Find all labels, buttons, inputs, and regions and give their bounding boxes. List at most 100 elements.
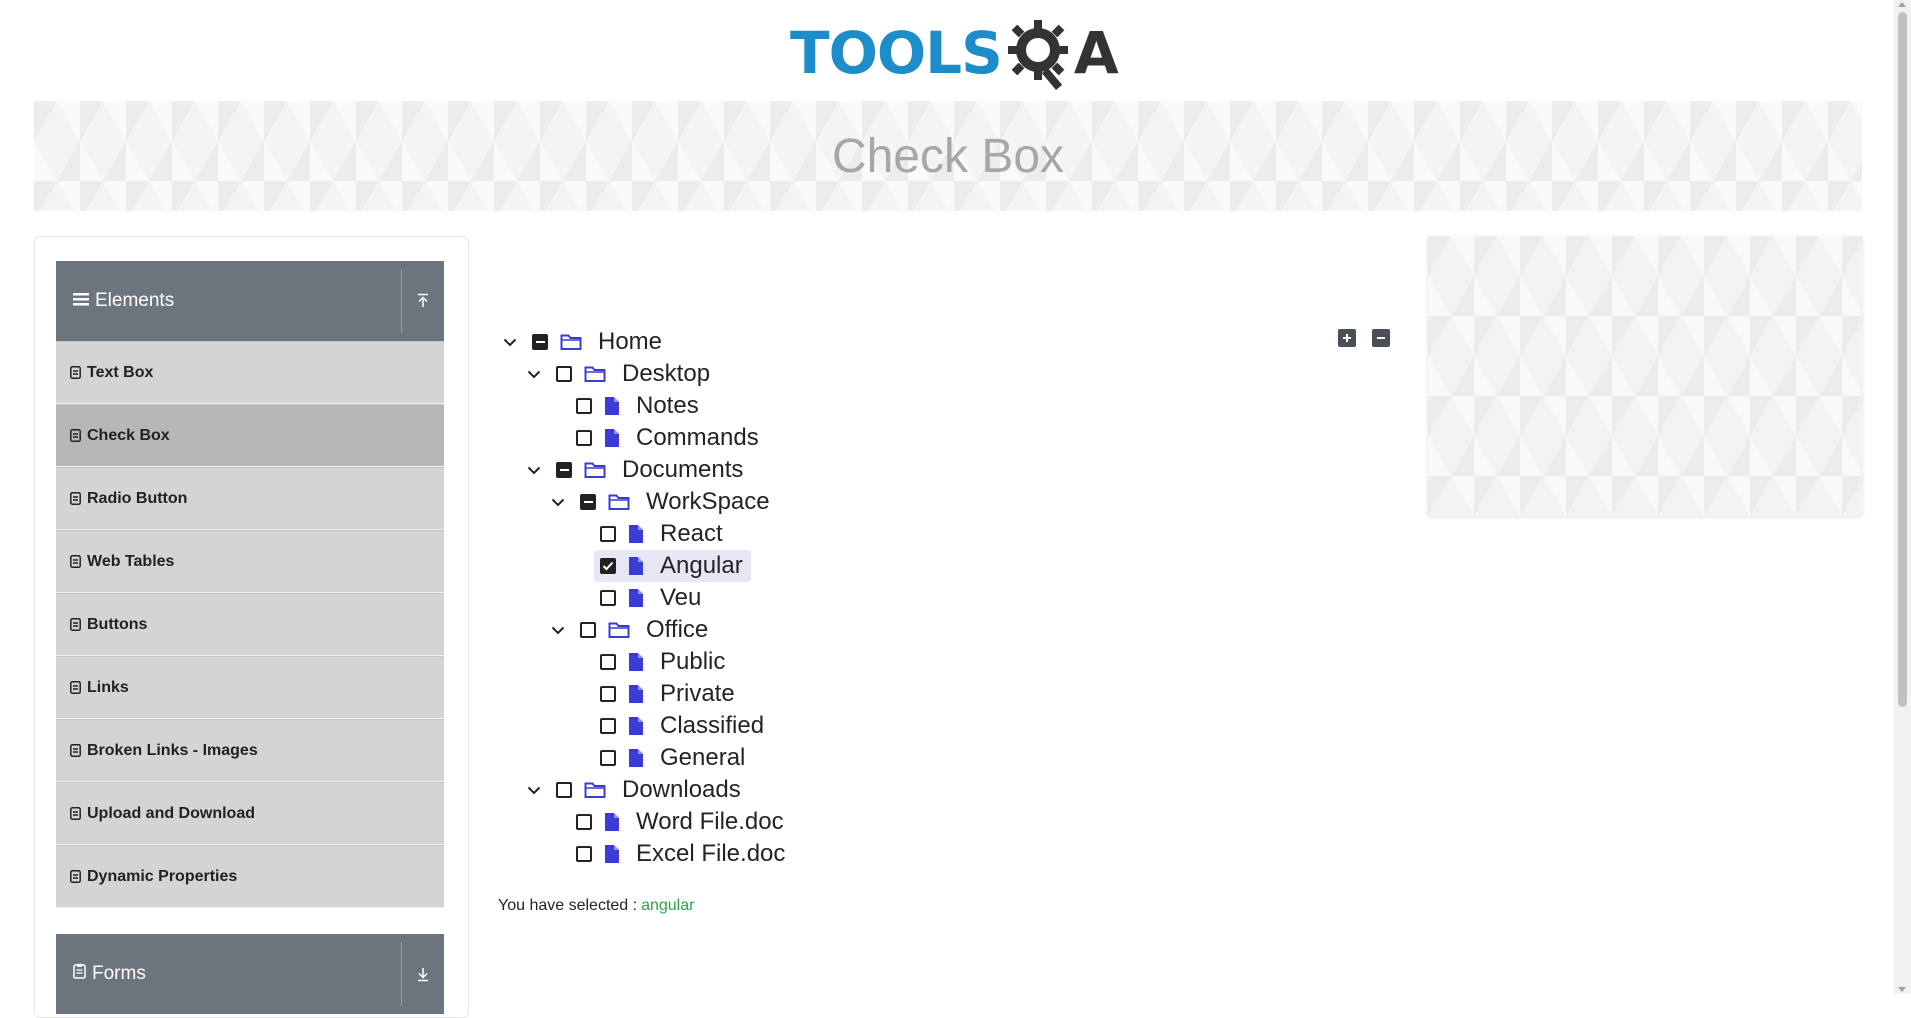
minus-square-icon[interactable] [1372, 329, 1390, 347]
sidebar-item-text-box[interactable]: Text Box [56, 341, 444, 404]
tree-node-label[interactable]: Notes [632, 392, 703, 420]
left-panel: Elements Text Box Check Box Radio Button… [34, 236, 469, 1018]
tree-node-label[interactable]: Commands [632, 424, 763, 452]
checkbox[interactable] [600, 686, 616, 702]
tree-node-label[interactable]: Office [642, 616, 712, 644]
tree-node-react: React [600, 518, 727, 550]
collapse-up-icon[interactable] [401, 269, 444, 333]
checkbox-checked[interactable] [600, 558, 616, 574]
tree-node-label[interactable]: Private [656, 680, 739, 708]
checkbox[interactable] [576, 430, 592, 446]
file-icon [628, 556, 644, 576]
list-icon [70, 681, 81, 694]
chevron-down-icon[interactable] [498, 338, 522, 347]
plus-square-icon[interactable] [1338, 329, 1356, 347]
clipboard-icon [73, 963, 86, 985]
tree-node-label[interactable]: Angular [656, 552, 747, 580]
checkbox[interactable] [600, 718, 616, 734]
list-icon [70, 429, 81, 442]
file-icon [604, 396, 620, 416]
tree-node-label[interactable]: React [656, 520, 727, 548]
checkbox[interactable] [532, 334, 548, 350]
tree-node-angular: Angular [594, 550, 751, 582]
tree-node-label[interactable]: WorkSpace [642, 488, 774, 516]
tree-node-label[interactable]: General [656, 744, 749, 772]
expand-down-icon[interactable] [401, 942, 444, 1006]
sidebar-item-label: Links [87, 678, 129, 696]
hamburger-icon [73, 290, 89, 312]
sidebar-item-web-tables[interactable]: Web Tables [56, 530, 444, 593]
sidebar-item-radio-button[interactable]: Radio Button [56, 467, 444, 530]
sidebar-item-broken-links-images[interactable]: Broken Links - Images [56, 719, 444, 782]
tree-node-label[interactable]: Desktop [618, 360, 714, 388]
checkbox[interactable] [580, 622, 596, 638]
tree-node-label[interactable]: Downloads [618, 776, 745, 804]
elements-menu: Text Box Check Box Radio Button Web Tabl… [56, 341, 444, 908]
checkbox[interactable] [556, 782, 572, 798]
chevron-down-icon[interactable] [522, 466, 546, 475]
page-scrollbar[interactable] [1894, 0, 1911, 994]
sidebar-item-links[interactable]: Links [56, 656, 444, 719]
tree-node-private: Private [600, 678, 739, 710]
group-label: Elements [95, 290, 175, 311]
checkbox[interactable] [600, 526, 616, 542]
selection-result: You have selected : angular [498, 897, 694, 915]
checkbox[interactable] [556, 366, 572, 382]
folder-icon [584, 781, 606, 799]
scrollbar-thumb[interactable] [1898, 12, 1907, 707]
tree-tools [1338, 329, 1390, 347]
logo-suffix: A [1073, 19, 1119, 87]
checkbox[interactable] [600, 590, 616, 606]
sidebar-item-buttons[interactable]: Buttons [56, 593, 444, 656]
tree-node-label[interactable]: Word File.doc [632, 808, 788, 836]
checkbox[interactable] [576, 846, 592, 862]
file-icon [604, 844, 620, 864]
sidebar-item-upload-and-download[interactable]: Upload and Download [56, 782, 444, 845]
tree-node-label[interactable]: Classified [656, 712, 768, 740]
checkbox[interactable] [576, 398, 592, 414]
file-icon [628, 588, 644, 608]
result-prefix: You have selected : [498, 897, 638, 914]
tree-node-notes: Notes [576, 390, 703, 422]
page-banner: Check Box [34, 101, 1862, 211]
checkbox[interactable] [580, 494, 596, 510]
tree-node-label[interactable]: Public [656, 648, 729, 676]
tree-node-label[interactable]: Home [594, 328, 666, 356]
sidebar-item-label: Web Tables [87, 552, 175, 570]
checkbox[interactable] [600, 750, 616, 766]
tree-node-word-file: Word File.doc [576, 806, 788, 838]
scroll-down-arrow-icon[interactable] [1898, 987, 1906, 992]
checkbox[interactable] [576, 814, 592, 830]
list-icon [70, 492, 81, 505]
list-icon [70, 744, 81, 757]
chevron-down-icon[interactable] [522, 370, 546, 379]
file-icon [628, 716, 644, 736]
tree-node-label[interactable]: Excel File.doc [632, 840, 789, 868]
tree-node-label[interactable]: Documents [618, 456, 747, 484]
folder-icon [608, 493, 630, 511]
list-icon [70, 618, 81, 631]
checkbox[interactable] [600, 654, 616, 670]
toolsqa-logo[interactable]: TOOLS A [790, 16, 1119, 90]
group-header-elements[interactable]: Elements [56, 261, 444, 341]
sidebar-item-label: Broken Links - Images [87, 741, 258, 759]
sidebar-item-check-box[interactable]: Check Box [56, 404, 444, 467]
group-header-forms[interactable]: Forms [56, 934, 444, 1014]
checkbox[interactable] [556, 462, 572, 478]
chevron-down-icon[interactable] [522, 786, 546, 795]
tree-node-downloads: Downloads [522, 774, 745, 806]
logo-text: TOOLS [790, 19, 1003, 87]
file-icon [628, 652, 644, 672]
file-icon [604, 428, 620, 448]
file-icon [604, 812, 620, 832]
tree-node-label[interactable]: Veu [656, 584, 705, 612]
sidebar-item-label: Buttons [87, 615, 148, 633]
tree-node-commands: Commands [576, 422, 763, 454]
list-icon [70, 807, 81, 820]
scroll-up-arrow-icon[interactable] [1898, 2, 1906, 7]
chevron-down-icon[interactable] [546, 626, 570, 635]
sidebar-item-dynamic-properties[interactable]: Dynamic Properties [56, 845, 444, 908]
tree-node-office: Office [546, 614, 712, 646]
tree-node-veu: Veu [600, 582, 705, 614]
chevron-down-icon[interactable] [546, 498, 570, 507]
